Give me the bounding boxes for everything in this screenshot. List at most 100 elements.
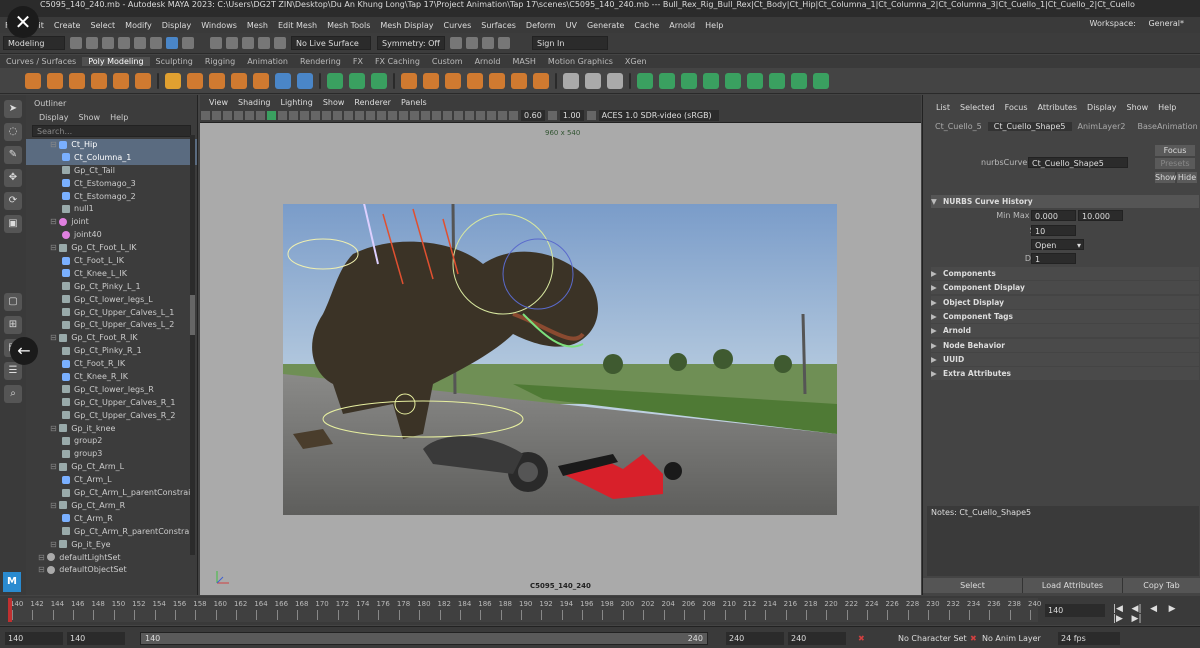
sew-uv-icon[interactable] xyxy=(725,72,741,89)
outliner-item[interactable]: Ct_Knee_R_IK xyxy=(26,371,197,384)
copy-tab-button[interactable]: Copy Tab xyxy=(1123,578,1200,593)
svg-icon[interactable] xyxy=(209,72,225,89)
outliner-item[interactable]: Ct_Estomago_3 xyxy=(26,178,197,191)
outliner-item[interactable]: Ct_Arm_L xyxy=(26,474,197,487)
camera-attrs-icon[interactable] xyxy=(212,111,221,120)
min-value-field[interactable]: 0.000 xyxy=(1031,210,1076,221)
viewport-menu-panels[interactable]: Panels xyxy=(396,98,432,107)
quad-draw-icon[interactable] xyxy=(607,72,623,89)
attr-tab-animlayer2[interactable]: AnimLayer2 xyxy=(1072,122,1132,131)
close-icon[interactable]: ✕ xyxy=(7,6,39,38)
menu-windows[interactable]: Windows xyxy=(196,21,242,30)
grease-pencil-icon[interactable] xyxy=(256,111,265,120)
menu-display[interactable]: Display xyxy=(157,21,197,30)
section-extra-attributes[interactable]: ▶ Extra Attributes xyxy=(931,367,1199,381)
xray-icon[interactable] xyxy=(476,111,485,120)
notes-area[interactable]: Notes: Ct_Cuello_Shape5 xyxy=(927,506,1199,576)
ipr-render-icon[interactable] xyxy=(466,37,478,49)
snap-point-icon[interactable] xyxy=(242,37,254,49)
color-management-icon[interactable] xyxy=(586,111,596,120)
section-object-display[interactable]: ▶ Object Display xyxy=(931,295,1199,309)
shelf-tab-sculpting[interactable]: Sculpting xyxy=(150,57,199,66)
outliner-item[interactable]: ⊟ Gp_Ct_Arm_R xyxy=(26,500,197,513)
uv-editor-icon[interactable] xyxy=(637,72,653,89)
gamma-icon[interactable] xyxy=(547,111,557,120)
super-shape-icon[interactable] xyxy=(231,72,247,89)
outliner-item[interactable]: Ct_Arm_R xyxy=(26,513,197,526)
safe-action-icon[interactable] xyxy=(322,111,331,120)
section-component-display[interactable]: ▶ Component Display xyxy=(931,281,1199,295)
render-settings-icon[interactable] xyxy=(482,37,494,49)
attr-menu-display[interactable]: Display xyxy=(1082,103,1122,112)
section-arnold[interactable]: ▶ Arnold xyxy=(931,324,1199,338)
menu-select[interactable]: Select xyxy=(85,21,120,30)
film-gate-icon[interactable] xyxy=(278,111,287,120)
symmetry-dropdown[interactable]: Symmetry: Off xyxy=(377,36,445,50)
insert-loop-icon[interactable] xyxy=(511,72,527,89)
section-component-tags[interactable]: ▶ Component Tags xyxy=(931,309,1199,323)
wireframe-icon[interactable] xyxy=(344,111,353,120)
shelf-tab-animation[interactable]: Animation xyxy=(241,57,294,66)
layout-uv-icon[interactable] xyxy=(769,72,785,89)
connect-icon[interactable] xyxy=(585,72,601,89)
transfer-icon[interactable] xyxy=(791,72,807,89)
attr-menu-list[interactable]: List xyxy=(931,103,955,112)
outliner-item[interactable]: Gp_Ct_Upper_Calves_R_1 xyxy=(26,397,197,410)
new-scene-icon[interactable] xyxy=(70,37,82,49)
ambient-occlusion-icon[interactable] xyxy=(421,111,430,120)
viewport-menu-renderer[interactable]: Renderer xyxy=(349,98,396,107)
outliner-item[interactable]: Gp_Ct_Upper_Calves_R_2 xyxy=(26,410,197,423)
redo-icon[interactable] xyxy=(134,37,146,49)
animation-end-field[interactable]: 240 xyxy=(788,632,846,645)
menu-arnold[interactable]: Arnold xyxy=(664,21,700,30)
attr-menu-selected[interactable]: Selected xyxy=(955,103,1000,112)
select-object-icon[interactable] xyxy=(166,37,178,49)
outliner-item[interactable]: group2 xyxy=(26,435,197,448)
multi-cut-icon[interactable] xyxy=(533,72,549,89)
snap-surface-icon[interactable] xyxy=(274,37,286,49)
shelf-tab-fx-caching[interactable]: FX Caching xyxy=(369,57,426,66)
resolution-gate-icon[interactable] xyxy=(289,111,298,120)
go-to-start-icon[interactable]: |◀ xyxy=(1113,604,1123,614)
wireframe-on-shaded-icon[interactable] xyxy=(377,111,386,120)
safe-title-icon[interactable] xyxy=(333,111,342,120)
outliner-item[interactable]: ⊟ Gp_Ct_Foot_R_IK xyxy=(26,332,197,345)
grid-toggle-icon[interactable] xyxy=(267,111,276,120)
section-node-behavior[interactable]: ▶ Node Behavior xyxy=(931,338,1199,352)
live-surface-field[interactable]: No Live Surface xyxy=(291,36,371,50)
depth-of-field-icon[interactable] xyxy=(454,111,463,120)
poly-sphere-icon[interactable] xyxy=(47,72,63,89)
outliner-item[interactable]: Gp_Ct_Tail xyxy=(26,165,197,178)
gate-mask-icon[interactable] xyxy=(300,111,309,120)
poly-plane-icon[interactable] xyxy=(135,72,151,89)
poly-platonic-icon[interactable] xyxy=(165,72,181,89)
menu-help[interactable]: Help xyxy=(700,21,728,30)
poly-cylinder-icon[interactable] xyxy=(69,72,85,89)
shelf-settings-icon[interactable] xyxy=(3,73,19,89)
xray-components-icon[interactable] xyxy=(498,111,507,120)
outliner-item[interactable]: Gp_Ct_Upper_Calves_L_2 xyxy=(26,319,197,332)
expand-icon[interactable]: ⊟ xyxy=(50,140,59,149)
menu-cache[interactable]: Cache xyxy=(629,21,664,30)
current-frame-marker[interactable] xyxy=(8,598,12,622)
textured-icon[interactable] xyxy=(388,111,397,120)
attr-tab-baseanimation[interactable]: BaseAnimation xyxy=(1131,122,1200,131)
section-uuid[interactable]: ▶ UUID xyxy=(931,352,1199,366)
outliner-item[interactable]: Gp_Ct_Arm_L_parentConstrain xyxy=(26,487,197,500)
save-scene-icon[interactable] xyxy=(102,37,114,49)
snap-view-icon[interactable] xyxy=(258,37,270,49)
undo-icon[interactable] xyxy=(118,37,130,49)
outliner-item[interactable]: ⊟ Gp_it_knee xyxy=(26,423,197,436)
default-material-icon[interactable] xyxy=(366,111,375,120)
viewport-menu-view[interactable]: View xyxy=(204,98,233,107)
rotate-tool-icon[interactable]: ⟳ xyxy=(4,192,22,210)
viewport-menu-shading[interactable]: Shading xyxy=(233,98,276,107)
motion-blur-icon[interactable] xyxy=(432,111,441,120)
attr-menu-show[interactable]: Show xyxy=(1122,103,1154,112)
shelf-tab-curves-surfaces[interactable]: Curves / Surfaces xyxy=(0,57,82,66)
menu-mesh-tools[interactable]: Mesh Tools xyxy=(322,21,375,30)
bridge-icon[interactable] xyxy=(445,72,461,89)
menu-curves[interactable]: Curves xyxy=(438,21,476,30)
scene-image[interactable] xyxy=(283,204,837,515)
expand-icon[interactable]: ⊟ xyxy=(50,540,59,549)
